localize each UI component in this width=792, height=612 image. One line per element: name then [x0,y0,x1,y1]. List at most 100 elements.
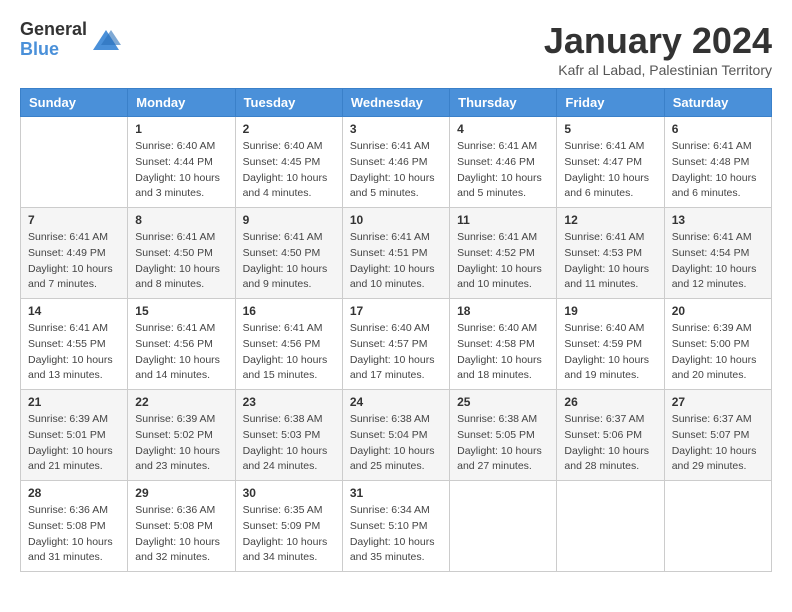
logo-blue: Blue [20,40,87,60]
day-info: Sunrise: 6:37 AM Sunset: 5:07 PM Dayligh… [672,412,764,475]
day-info: Sunrise: 6:39 AM Sunset: 5:01 PM Dayligh… [28,412,120,475]
day-info: Sunrise: 6:40 AM Sunset: 4:57 PM Dayligh… [350,321,442,384]
header-tuesday: Tuesday [235,89,342,117]
calendar-cell: 31 Sunrise: 6:34 AM Sunset: 5:10 PM Dayli… [342,481,449,572]
day-info: Sunrise: 6:40 AM Sunset: 4:44 PM Dayligh… [135,139,227,202]
logo: General Blue [20,20,121,60]
calendar-week-row: 14Sunrise: 6:41 AM Sunset: 4:55 PM Dayli… [21,299,772,390]
logo-general: General [20,20,87,40]
calendar-cell: 24 Sunrise: 6:38 AM Sunset: 5:04 PM Dayli… [342,390,449,481]
day-number: 24 [350,395,442,409]
day-number: 31 [350,486,442,500]
calendar-week-row: 21Sunrise: 6:39 AM Sunset: 5:01 PM Dayli… [21,390,772,481]
calendar-cell: 19 Sunrise: 6:40 AM Sunset: 4:59 PM Dayli… [557,299,664,390]
calendar-cell: 6 Sunrise: 6:41 AM Sunset: 4:48 PM Daylig… [664,117,771,208]
day-number: 12 [564,213,656,227]
header-thursday: Thursday [450,89,557,117]
calendar-cell: 7Sunrise: 6:41 AM Sunset: 4:49 PM Daylig… [21,208,128,299]
day-info: Sunrise: 6:38 AM Sunset: 5:03 PM Dayligh… [243,412,335,475]
calendar-cell: 18 Sunrise: 6:40 AM Sunset: 4:58 PM Dayli… [450,299,557,390]
calendar-cell: 28 Sunrise: 6:36 AM Sunset: 5:08 PM Dayli… [21,481,128,572]
day-number: 3 [350,122,442,136]
calendar-cell: 27 Sunrise: 6:37 AM Sunset: 5:07 PM Dayli… [664,390,771,481]
day-number: 27 [672,395,764,409]
calendar-cell: 5 Sunrise: 6:41 AM Sunset: 4:47 PM Daylig… [557,117,664,208]
day-info: Sunrise: 6:38 AM Sunset: 5:05 PM Dayligh… [457,412,549,475]
calendar-cell: 9Sunrise: 6:41 AM Sunset: 4:50 PM Daylig… [235,208,342,299]
day-info: Sunrise: 6:41 AM Sunset: 4:52 PM Dayligh… [457,230,549,293]
day-info: Sunrise: 6:41 AM Sunset: 4:56 PM Dayligh… [135,321,227,384]
calendar-table: SundayMondayTuesdayWednesdayThursdayFrid… [20,88,772,572]
calendar-cell [664,481,771,572]
day-info: Sunrise: 6:41 AM Sunset: 4:51 PM Dayligh… [350,230,442,293]
calendar-cell: 30 Sunrise: 6:35 AM Sunset: 5:09 PM Dayli… [235,481,342,572]
day-info: Sunrise: 6:36 AM Sunset: 5:08 PM Dayligh… [28,503,120,566]
day-number: 9 [243,213,335,227]
day-number: 4 [457,122,549,136]
calendar-cell: 13 Sunrise: 6:41 AM Sunset: 4:54 PM Dayli… [664,208,771,299]
day-info: Sunrise: 6:41 AM Sunset: 4:54 PM Dayligh… [672,230,764,293]
header: General Blue January 2024 Kafr al Labad,… [20,20,772,78]
day-info: Sunrise: 6:41 AM Sunset: 4:48 PM Dayligh… [672,139,764,202]
calendar-cell: 29Sunrise: 6:36 AM Sunset: 5:08 PM Dayli… [128,481,235,572]
day-info: Sunrise: 6:41 AM Sunset: 4:50 PM Dayligh… [135,230,227,293]
calendar-cell [557,481,664,572]
day-info: Sunrise: 6:38 AM Sunset: 5:04 PM Dayligh… [350,412,442,475]
day-number: 14 [28,304,120,318]
calendar-cell: 16Sunrise: 6:41 AM Sunset: 4:56 PM Dayli… [235,299,342,390]
calendar-cell: 3 Sunrise: 6:41 AM Sunset: 4:46 PM Daylig… [342,117,449,208]
day-number: 19 [564,304,656,318]
day-number: 17 [350,304,442,318]
calendar-week-row: 7Sunrise: 6:41 AM Sunset: 4:49 PM Daylig… [21,208,772,299]
calendar-cell: 1 Sunrise: 6:40 AM Sunset: 4:44 PM Daylig… [128,117,235,208]
calendar-header-row: SundayMondayTuesdayWednesdayThursdayFrid… [21,89,772,117]
month-title: January 2024 [544,20,772,62]
day-number: 25 [457,395,549,409]
day-number: 10 [350,213,442,227]
calendar-cell: 20Sunrise: 6:39 AM Sunset: 5:00 PM Dayli… [664,299,771,390]
day-number: 8 [135,213,227,227]
calendar-cell: 17 Sunrise: 6:40 AM Sunset: 4:57 PM Dayli… [342,299,449,390]
day-number: 6 [672,122,764,136]
day-info: Sunrise: 6:41 AM Sunset: 4:47 PM Dayligh… [564,139,656,202]
day-info: Sunrise: 6:41 AM Sunset: 4:46 PM Dayligh… [457,139,549,202]
day-info: Sunrise: 6:40 AM Sunset: 4:58 PM Dayligh… [457,321,549,384]
day-number: 20 [672,304,764,318]
calendar-week-row: 1 Sunrise: 6:40 AM Sunset: 4:44 PM Daylig… [21,117,772,208]
day-info: Sunrise: 6:34 AM Sunset: 5:10 PM Dayligh… [350,503,442,566]
day-info: Sunrise: 6:41 AM Sunset: 4:46 PM Dayligh… [350,139,442,202]
day-number: 1 [135,122,227,136]
day-info: Sunrise: 6:40 AM Sunset: 4:45 PM Dayligh… [243,139,335,202]
location: Kafr al Labad, Palestinian Territory [544,62,772,78]
day-number: 26 [564,395,656,409]
calendar-cell [450,481,557,572]
day-number: 30 [243,486,335,500]
day-number: 16 [243,304,335,318]
day-number: 5 [564,122,656,136]
calendar-cell: 21Sunrise: 6:39 AM Sunset: 5:01 PM Dayli… [21,390,128,481]
calendar-cell: 10 Sunrise: 6:41 AM Sunset: 4:51 PM Dayli… [342,208,449,299]
calendar-cell: 8 Sunrise: 6:41 AM Sunset: 4:50 PM Daylig… [128,208,235,299]
day-info: Sunrise: 6:36 AM Sunset: 5:08 PM Dayligh… [135,503,227,566]
day-number: 18 [457,304,549,318]
day-number: 23 [243,395,335,409]
day-info: Sunrise: 6:35 AM Sunset: 5:09 PM Dayligh… [243,503,335,566]
day-info: Sunrise: 6:41 AM Sunset: 4:53 PM Dayligh… [564,230,656,293]
calendar-cell [21,117,128,208]
calendar-cell: 14Sunrise: 6:41 AM Sunset: 4:55 PM Dayli… [21,299,128,390]
header-sunday: Sunday [21,89,128,117]
day-number: 28 [28,486,120,500]
calendar-cell: 11 Sunrise: 6:41 AM Sunset: 4:52 PM Dayli… [450,208,557,299]
day-info: Sunrise: 6:40 AM Sunset: 4:59 PM Dayligh… [564,321,656,384]
calendar-cell: 22Sunrise: 6:39 AM Sunset: 5:02 PM Dayli… [128,390,235,481]
calendar-cell: 4 Sunrise: 6:41 AM Sunset: 4:46 PM Daylig… [450,117,557,208]
day-number: 22 [135,395,227,409]
calendar-cell: 25 Sunrise: 6:38 AM Sunset: 5:05 PM Dayli… [450,390,557,481]
day-info: Sunrise: 6:41 AM Sunset: 4:49 PM Dayligh… [28,230,120,293]
title-area: January 2024 Kafr al Labad, Palestinian … [544,20,772,78]
day-number: 11 [457,213,549,227]
calendar-cell: 2Sunrise: 6:40 AM Sunset: 4:45 PM Daylig… [235,117,342,208]
day-number: 13 [672,213,764,227]
calendar-cell: 15Sunrise: 6:41 AM Sunset: 4:56 PM Dayli… [128,299,235,390]
calendar-cell: 26Sunrise: 6:37 AM Sunset: 5:06 PM Dayli… [557,390,664,481]
